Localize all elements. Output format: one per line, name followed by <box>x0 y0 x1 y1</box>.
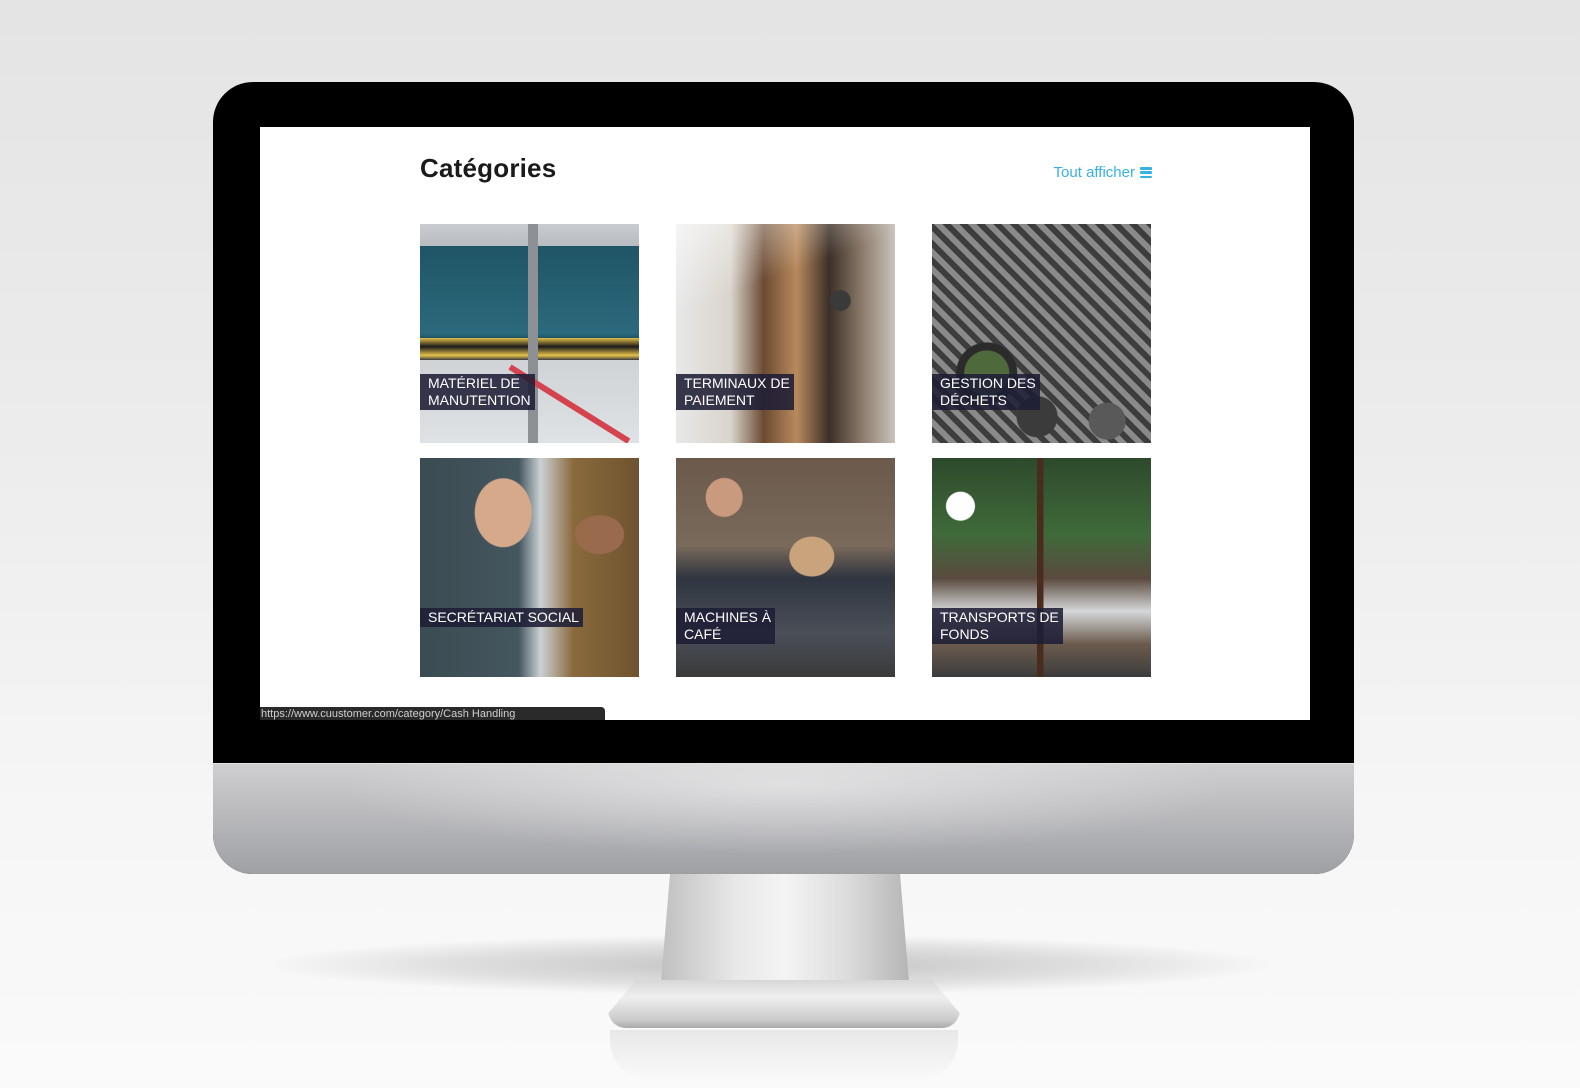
business-meeting-photo <box>932 458 1151 677</box>
category-label: MACHINES À CAFÉ <box>676 608 776 644</box>
category-tile-secretariat-social[interactable]: SECRÉTARIAT SOCIAL <box>420 458 639 677</box>
monitor-stand-reflection <box>610 1030 958 1080</box>
warehouse-photo <box>420 224 639 443</box>
category-label: MATÉRIEL DE MANUTENTION <box>420 374 535 410</box>
category-label: TERMINAUX DE PAIEMENT <box>676 374 794 410</box>
category-tile-gestion-des-dechets[interactable]: GESTION DES DÉCHETS <box>932 224 1151 443</box>
category-label: SECRÉTARIAT SOCIAL <box>420 608 583 627</box>
view-all-link[interactable]: Tout afficher <box>1054 164 1152 181</box>
waste-bins-photo <box>932 224 1151 443</box>
people-talking-photo <box>420 458 639 677</box>
monitor-chin <box>213 763 1354 874</box>
view-all-label: Tout afficher <box>1053 164 1135 181</box>
coffee-people-photo <box>676 458 895 677</box>
monitor-stand-base <box>608 980 960 1028</box>
category-tile-transports-de-fonds[interactable]: TRANSPORTS DE FONDS <box>932 458 1151 677</box>
monitor-stand-neck <box>660 874 910 994</box>
link-status-bar: https://www.cuustomer.com/category/Cash … <box>260 707 605 720</box>
cafe-counter-photo <box>676 224 895 443</box>
menu-icon <box>1140 167 1152 178</box>
category-label: GESTION DES DÉCHETS <box>932 374 1040 410</box>
category-tile-terminaux-de-paiement[interactable]: TERMINAUX DE PAIEMENT <box>676 224 895 443</box>
browser-viewport: Catégories Tout afficher MATÉRIEL DE MAN… <box>260 127 1310 720</box>
category-grid: MATÉRIEL DE MANUTENTION TERMINAUX DE PAI… <box>420 224 1152 677</box>
category-label: TRANSPORTS DE FONDS <box>932 608 1063 644</box>
page-title: Catégories <box>420 153 557 183</box>
category-tile-materiel-de-manutention[interactable]: MATÉRIEL DE MANUTENTION <box>420 224 639 443</box>
category-tile-machines-a-cafe[interactable]: MACHINES À CAFÉ <box>676 458 895 677</box>
